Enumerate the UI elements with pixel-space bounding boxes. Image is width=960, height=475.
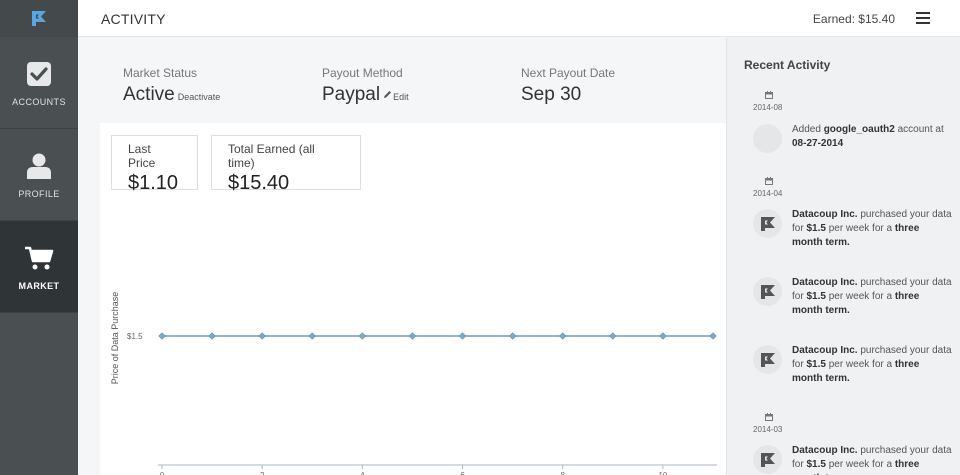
last-price-label: Last Price (128, 142, 156, 170)
data-point (559, 332, 567, 340)
calendar-icon (765, 91, 773, 99)
activity-text-part: per week for a (825, 459, 895, 470)
activity-date: 2014-08 (753, 103, 783, 112)
activity-text: Datacoup Inc. purchased your data for $1… (792, 444, 952, 475)
data-point (408, 332, 417, 340)
last-price-value: $1.10 (128, 172, 179, 194)
flag-logo-icon (32, 11, 46, 26)
user-icon (24, 151, 54, 181)
activity-text-part: account at (894, 124, 944, 135)
deactivate-link[interactable]: Deactivate (178, 92, 221, 102)
activity-text: Datacoup Inc. purchased your data for $1… (792, 276, 952, 318)
sidebar-item-label: MARKET (18, 280, 60, 291)
x-tick-label: 8 (561, 471, 566, 475)
datacoup-logo-icon (753, 209, 782, 238)
data-point (358, 332, 366, 340)
cart-icon (24, 243, 54, 273)
data-point (709, 332, 717, 340)
avatar (753, 124, 782, 153)
activity-text-part: $1.5 (806, 459, 826, 470)
last-price-card: Last Price $1.10 (111, 135, 198, 194)
activity-text-part: Datacoup Inc. (792, 209, 858, 220)
calendar-icon (765, 413, 773, 421)
next-payout-date: Next Payout Date Sep 30 (521, 66, 615, 106)
top-bar: ACTIVITY Earned: $15.40 (78, 0, 960, 37)
market-main: Market Status Active Deactivate Payout Me… (78, 37, 726, 475)
recent-activity-panel: Recent Activity 2014-08 Added google_oaut… (726, 37, 960, 475)
activity-text-part: $1.5 (806, 291, 826, 302)
data-point (308, 332, 316, 340)
activity-text: Datacoup Inc. purchased your data for $1… (792, 344, 952, 386)
total-earned-card: Total Earned (all time) $15.40 (211, 135, 361, 194)
payout-method: Payout Method Paypal Edit (322, 66, 409, 106)
data-point (258, 332, 266, 340)
earned-total: Earned: $15.40 (812, 12, 895, 26)
hamburger-menu-icon[interactable] (916, 12, 930, 24)
activity-text-part: per week for a (825, 291, 895, 302)
x-tick-label: 6 (460, 471, 465, 475)
datacoup-logo-icon (753, 445, 782, 474)
calendar-icon (765, 177, 773, 185)
pencil-icon[interactable] (383, 90, 392, 99)
activity-text-part: $1.5 (806, 359, 826, 370)
next-payout-label: Next Payout Date (521, 66, 616, 80)
datacoup-logo-icon (753, 345, 782, 374)
x-tick-label: 4 (360, 471, 365, 475)
sidebar-item-label: PROFILE (18, 188, 60, 199)
sidebar: ACCOUNTS PROFILE MARKET (0, 0, 78, 475)
data-point (509, 332, 517, 340)
page-title: ACTIVITY (101, 11, 166, 27)
activity-text-part: per week for a (825, 359, 895, 370)
x-tick-label: 0 (160, 471, 165, 475)
activity-text-part: Datacoup Inc. (792, 277, 858, 288)
activity-text-part: 08-27-2014 (792, 138, 844, 149)
market-status-value: Active (123, 84, 175, 105)
payout-method-value: Paypal (322, 84, 381, 105)
sidebar-item-market[interactable]: MARKET (0, 221, 78, 313)
activity-text-part: google_oauth2 (823, 124, 895, 135)
y-axis-label: Price of Data Purchase (110, 292, 120, 385)
market-status: Market Status Active Deactivate (123, 66, 220, 106)
data-point (609, 332, 617, 340)
total-earned-label: Total Earned (all time) (228, 142, 315, 170)
activity-text-part: $1.5 (806, 223, 826, 234)
data-point (659, 332, 667, 340)
y-tick-label: $1.5 (127, 332, 143, 341)
activity-date: 2014-04 (753, 189, 783, 198)
activity-date: 2014-03 (753, 425, 783, 434)
activity-text-part: per week for a (825, 223, 895, 234)
payout-method-label: Payout Method (322, 66, 403, 80)
activity-text: Datacoup Inc. purchased your data for $1… (792, 208, 952, 250)
market-status-label: Market Status (123, 66, 198, 80)
activity-text: Added google_oauth2 account at 08-27-201… (792, 123, 952, 151)
sidebar-item-label: ACCOUNTS (12, 96, 66, 107)
chart-panel: Price of Data Purchase 0 2 4 6 8 10 $1.5 Last … (100, 123, 726, 475)
activity-text-part: Datacoup Inc. (792, 445, 858, 456)
activity-text-part: Added (792, 124, 824, 135)
recent-activity-title: Recent Activity (744, 58, 831, 72)
sidebar-item-profile[interactable]: PROFILE (0, 129, 78, 221)
data-point (458, 332, 467, 340)
total-earned-value: $15.40 (228, 172, 290, 194)
x-tick-label: 10 (658, 471, 667, 475)
edit-payout-link[interactable]: Edit (393, 92, 409, 102)
activity-text-part: Datacoup Inc. (792, 345, 858, 356)
next-payout-value: Sep 30 (521, 84, 582, 105)
app-logo[interactable] (0, 0, 78, 37)
datacoup-logo-icon (753, 277, 782, 306)
checkbox-icon (24, 59, 54, 89)
sidebar-item-accounts[interactable]: ACCOUNTS (0, 37, 78, 129)
data-point (158, 332, 166, 340)
x-tick-label: 2 (260, 471, 265, 475)
data-point (208, 332, 216, 340)
